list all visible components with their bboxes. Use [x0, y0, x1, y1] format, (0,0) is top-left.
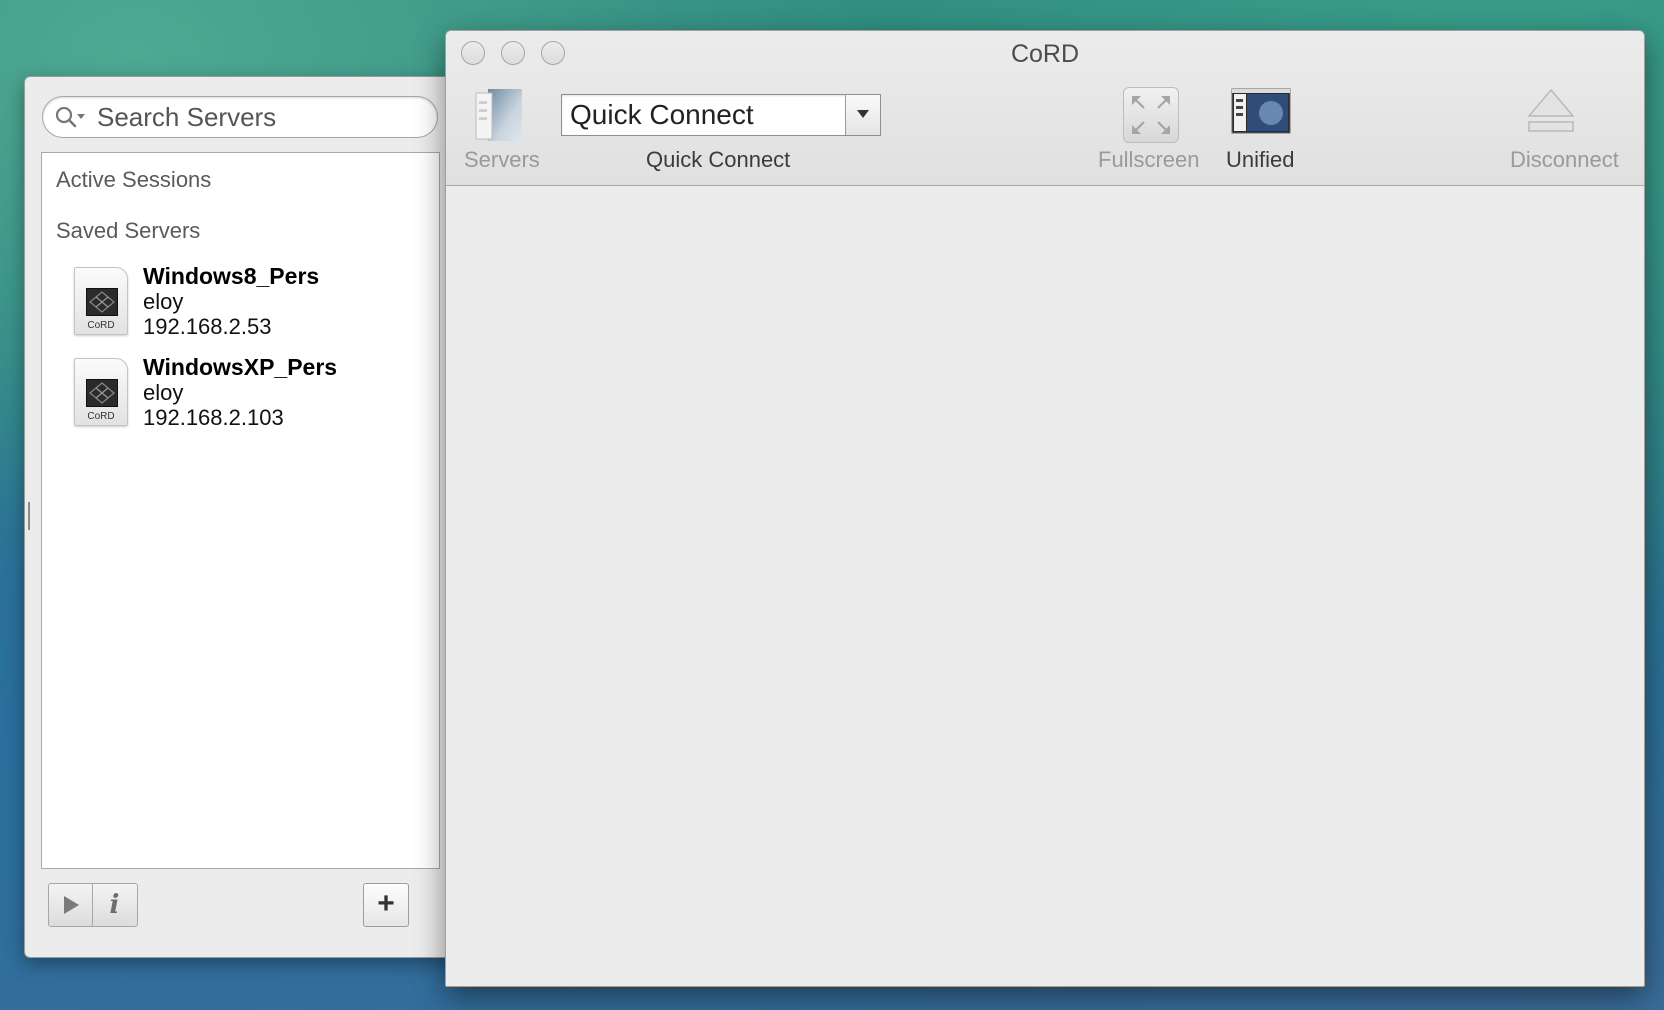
session-content-area: [446, 186, 1644, 986]
search-icon[interactable]: [55, 106, 91, 128]
server-list: Active Sessions Saved Servers CoRD Windo…: [41, 152, 440, 869]
server-item-windowsxp-pers[interactable]: CoRD WindowsXP_Pers eloy 192.168.2.103: [74, 354, 414, 446]
quick-connect-dropdown-button[interactable]: [845, 95, 880, 135]
chevron-down-icon: [857, 110, 869, 118]
server-item-windows8-pers[interactable]: CoRD Windows8_Pers eloy 192.168.2.53: [74, 263, 414, 355]
server-address: 192.168.2.103: [143, 405, 284, 430]
quick-connect-combobox[interactable]: [561, 94, 881, 136]
servers-drawer: Active Sessions Saved Servers CoRD Windo…: [24, 76, 458, 958]
window-title: CoRD: [1010, 40, 1080, 68]
server-user: eloy: [143, 289, 184, 314]
servers-drawer-icon[interactable]: [474, 87, 524, 143]
search-field[interactable]: [42, 96, 438, 138]
server-address: 192.168.2.53: [143, 314, 272, 339]
drawer-resize-handle[interactable]: [28, 502, 30, 530]
active-sessions-header: Active Sessions: [56, 167, 212, 192]
add-server-button[interactable]: +: [363, 883, 409, 927]
server-name: WindowsXP_Pers: [143, 354, 338, 380]
server-user: eloy: [143, 380, 184, 405]
play-icon: [63, 895, 79, 914]
disconnect-label[interactable]: Disconnect: [1510, 147, 1619, 173]
fullscreen-label[interactable]: Fullscreen: [1098, 147, 1199, 173]
eject-icon[interactable]: [1526, 86, 1576, 136]
saved-servers-header: Saved Servers: [56, 218, 201, 243]
cord-main-window: CoRD Servers Quick Connect Quick Connect…: [445, 30, 1645, 987]
connect-button[interactable]: [49, 884, 93, 926]
unified-label[interactable]: Unified: [1226, 147, 1294, 173]
server-actions-group: i: [48, 883, 138, 927]
servers-label[interactable]: Servers: [464, 147, 540, 173]
unified-view-icon[interactable]: [1231, 87, 1291, 135]
quick-connect-input[interactable]: [568, 98, 832, 132]
server-name: Windows8_Pers: [143, 263, 320, 289]
quick-connect-label: Quick Connect: [646, 147, 791, 172]
toolbar: CoRD Servers Quick Connect Quick Connect…: [446, 31, 1644, 186]
search-input[interactable]: [95, 100, 429, 134]
fullscreen-icon[interactable]: [1123, 87, 1179, 143]
info-button[interactable]: i: [93, 884, 136, 926]
cord-file-icon: CoRD: [74, 358, 128, 426]
cord-file-icon: CoRD: [74, 267, 128, 335]
